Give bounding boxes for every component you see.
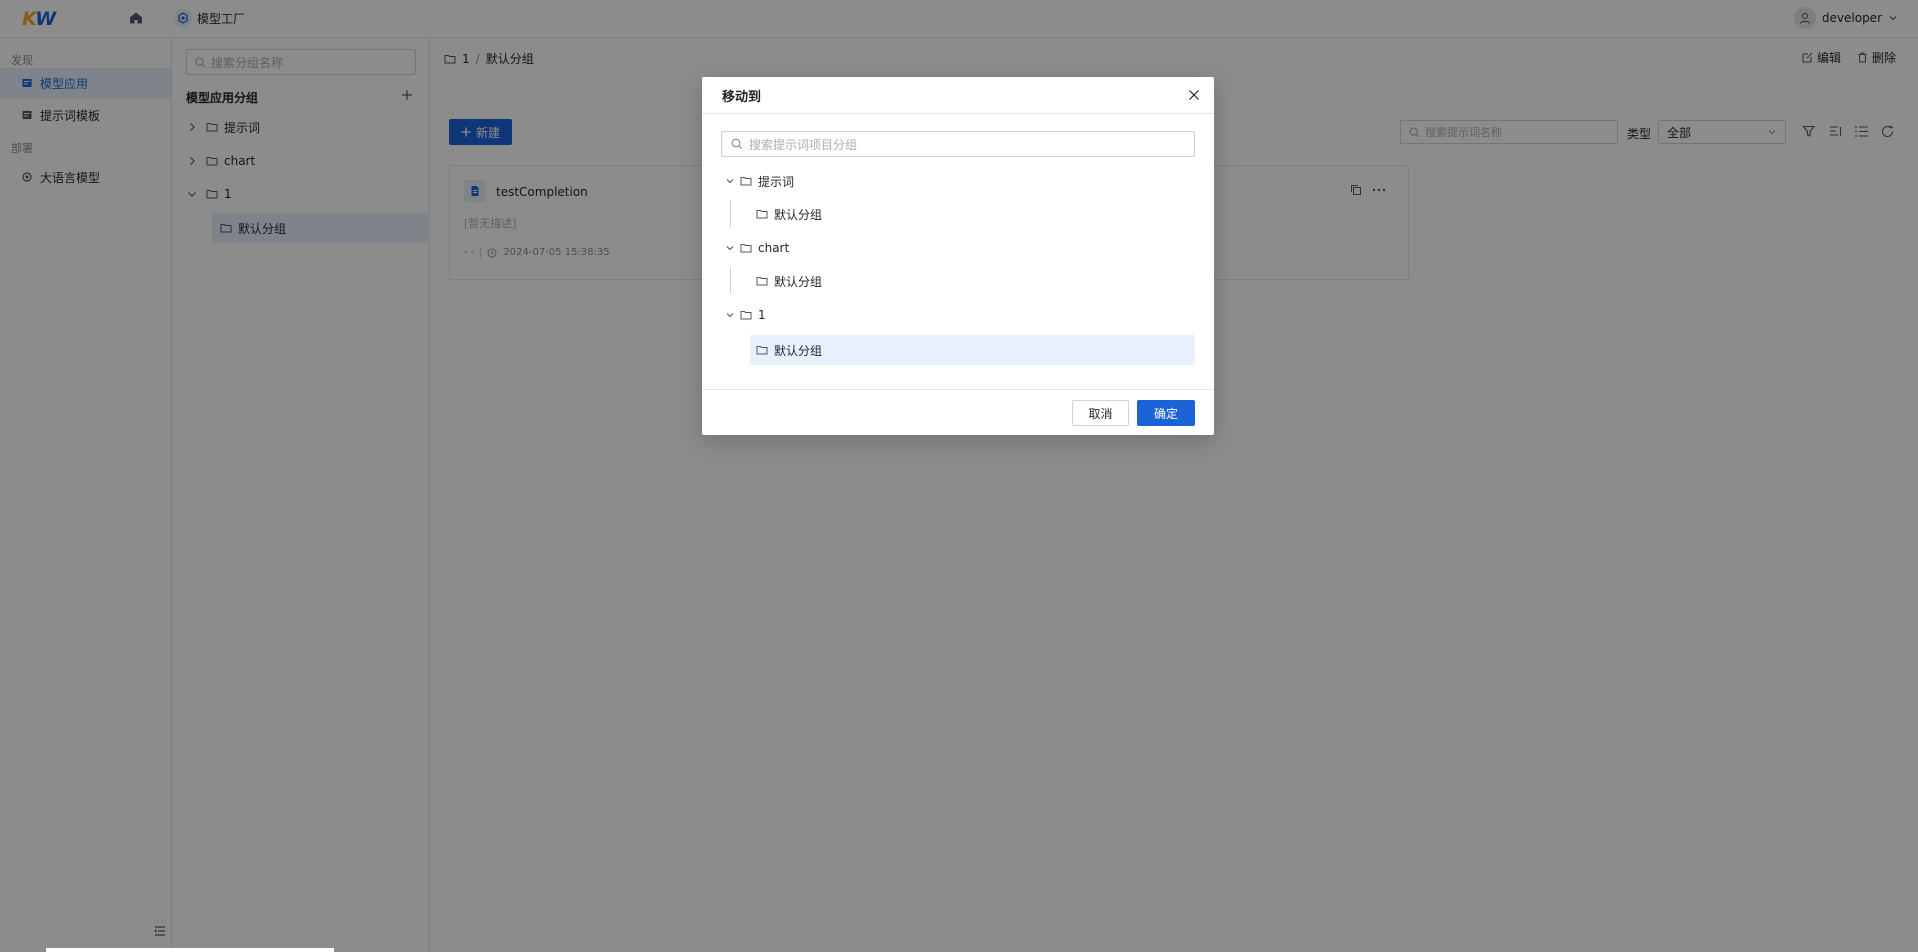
- cancel-button[interactable]: 取消: [1072, 400, 1129, 426]
- folder-icon: [756, 344, 768, 356]
- dialog-tree-item[interactable]: 默认分组: [750, 266, 1195, 296]
- dialog-tree-item[interactable]: 提示词: [725, 166, 794, 196]
- chevron-down-icon[interactable]: [725, 176, 735, 186]
- folder-icon: [756, 208, 768, 220]
- dialog-tree-item-selected[interactable]: 默认分组: [750, 335, 1195, 365]
- dialog-tree-label: chart: [758, 241, 790, 255]
- dialog-search-placeholder: 搜索提示词项目分组: [749, 137, 858, 152]
- tree-connector: [730, 200, 731, 227]
- dialog-search-input[interactable]: 搜索提示词项目分组: [721, 131, 1195, 157]
- dialog-tree-label: 默认分组: [774, 274, 823, 289]
- folder-icon: [740, 242, 752, 254]
- dialog-footer: 取消 确定: [702, 389, 1214, 435]
- confirm-button[interactable]: 确定: [1137, 400, 1195, 426]
- move-to-dialog: 移动到 搜索提示词项目分组 提示词 默认分组 chart 默认分组 1 默认分组: [702, 77, 1214, 435]
- dialog-title: 移动到: [722, 89, 762, 105]
- chevron-down-icon[interactable]: [725, 243, 735, 253]
- dialog-tree-item[interactable]: 1: [725, 300, 766, 330]
- close-icon[interactable]: [1188, 89, 1200, 101]
- folder-icon: [740, 309, 752, 321]
- dialog-tree-item[interactable]: chart: [725, 233, 789, 263]
- search-icon: [731, 138, 743, 150]
- dialog-tree-label: 1: [758, 308, 766, 322]
- chevron-down-icon[interactable]: [725, 310, 735, 320]
- dialog-tree-label: 默认分组: [774, 343, 823, 358]
- dialog-tree-label: 提示词: [758, 174, 795, 189]
- dialog-header: 移动到: [702, 77, 1214, 114]
- folder-icon: [740, 175, 752, 187]
- dialog-tree-label: 默认分组: [774, 207, 823, 222]
- bottom-strip: [46, 948, 334, 952]
- dialog-tree-item[interactable]: 默认分组: [750, 199, 1195, 229]
- folder-icon: [756, 275, 768, 287]
- tree-connector: [730, 267, 731, 294]
